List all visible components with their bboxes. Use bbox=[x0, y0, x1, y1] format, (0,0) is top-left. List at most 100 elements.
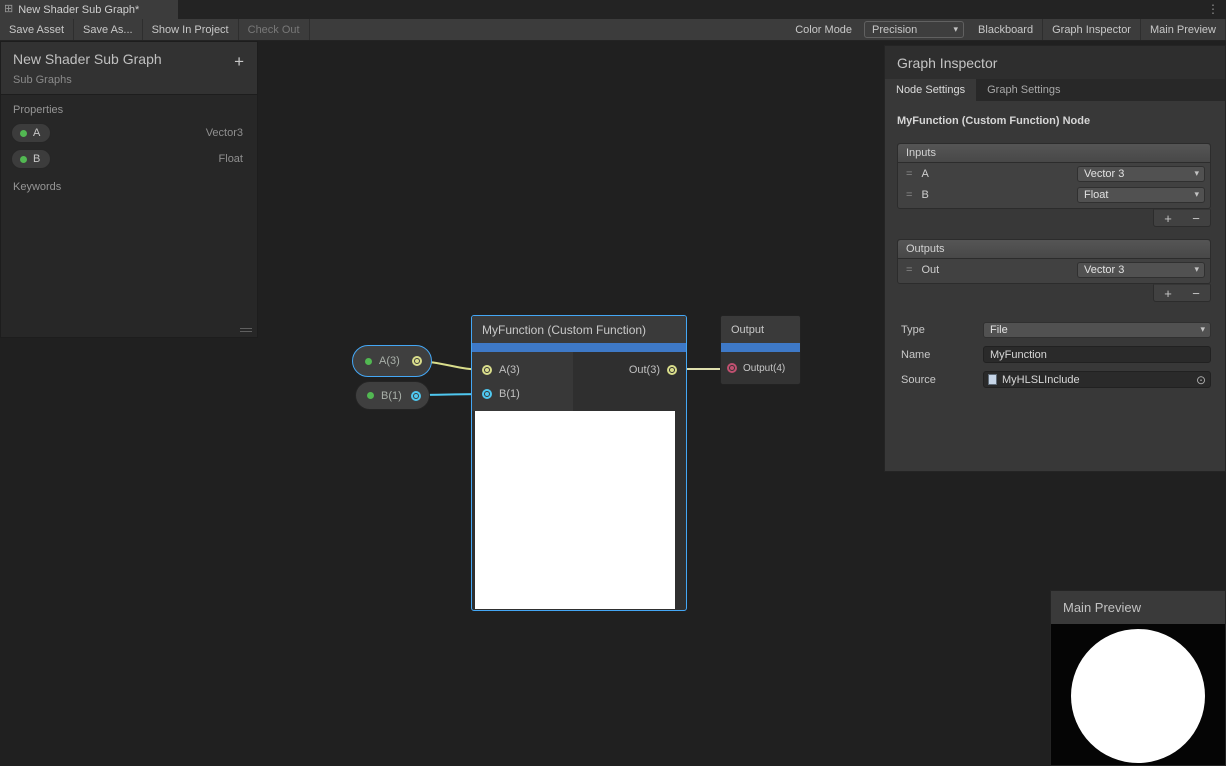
save-asset-button[interactable]: Save Asset bbox=[0, 19, 74, 40]
node-port-area: A(3) B(1) Out(3) bbox=[472, 352, 686, 411]
graph-inspector-tabs: Node Settings Graph Settings bbox=[885, 79, 1225, 101]
input-row-a: A(3) bbox=[472, 358, 573, 382]
node-input-column: A(3) B(1) bbox=[472, 352, 573, 411]
node-settings-heading: MyFunction (Custom Function) Node bbox=[885, 101, 1225, 143]
property-pill-label: A bbox=[33, 127, 40, 139]
drag-handle-icon[interactable]: = bbox=[906, 264, 912, 276]
source-object-field[interactable]: MyHLSLInclude ⊙ bbox=[983, 371, 1211, 388]
output-type-dropdown[interactable]: Vector 3 ▾ bbox=[1077, 262, 1205, 278]
input-port-label: Output(4) bbox=[743, 363, 785, 374]
input-type-dropdown[interactable]: Vector 3 ▾ bbox=[1077, 166, 1205, 182]
show-in-project-button[interactable]: Show In Project bbox=[143, 19, 239, 40]
input-port-a[interactable] bbox=[482, 365, 492, 375]
add-input-button[interactable]: + bbox=[1154, 210, 1182, 226]
remove-input-button[interactable]: − bbox=[1182, 210, 1210, 226]
property-pill-label: B bbox=[33, 153, 40, 165]
input-port-label: A(3) bbox=[499, 364, 520, 376]
main-preview-body bbox=[1051, 624, 1225, 765]
graph-inspector-header[interactable]: Graph Inspector bbox=[885, 46, 1225, 79]
add-property-button[interactable]: + bbox=[234, 53, 244, 70]
outputs-list-header: Outputs bbox=[898, 240, 1210, 259]
output-node-port-row: Output(4) bbox=[721, 352, 800, 384]
properties-section-header: Properties bbox=[1, 95, 257, 120]
exposed-dot-icon bbox=[20, 156, 27, 163]
check-out-button: Check Out bbox=[239, 19, 310, 40]
type-field-row: Type File ▾ bbox=[901, 320, 1211, 339]
kebab-menu-icon[interactable]: ⋮ bbox=[1207, 2, 1219, 16]
input-port-label: B(1) bbox=[499, 388, 520, 400]
chevron-down-icon: ▾ bbox=[1194, 265, 1199, 274]
output-port-out[interactable] bbox=[667, 365, 677, 375]
node-title[interactable]: Output bbox=[721, 316, 800, 343]
type-dropdown[interactable]: File ▾ bbox=[983, 322, 1211, 338]
exposed-dot-icon bbox=[20, 130, 27, 137]
property-type-label: Float bbox=[219, 153, 243, 165]
keywords-section-header: Keywords bbox=[1, 172, 257, 197]
input-name: A bbox=[921, 168, 1077, 180]
inputs-row-b: = B Float ▾ bbox=[898, 184, 1210, 205]
tab-title: New Shader Sub Graph* bbox=[18, 4, 139, 16]
blackboard-title: New Shader Sub Graph bbox=[13, 51, 245, 67]
input-port-output4[interactable] bbox=[727, 363, 737, 373]
tab-strip: ⊞ New Shader Sub Graph* ⋮ bbox=[0, 0, 1226, 19]
output-port-vector3[interactable] bbox=[412, 356, 422, 366]
color-mode-dropdown[interactable]: Precision ▾ bbox=[864, 21, 964, 38]
remove-output-button[interactable]: − bbox=[1182, 285, 1210, 301]
blackboard-panel: New Shader Sub Graph Sub Graphs + Proper… bbox=[0, 41, 258, 338]
color-mode-value: Precision bbox=[872, 24, 917, 36]
graph-inspector-toggle-button[interactable]: Graph Inspector bbox=[1043, 19, 1141, 40]
input-port-b[interactable] bbox=[482, 389, 492, 399]
tab-node-settings[interactable]: Node Settings bbox=[885, 79, 976, 101]
preview-sphere bbox=[1071, 629, 1205, 763]
custom-function-node[interactable]: MyFunction (Custom Function) A(3) B(1) O… bbox=[471, 315, 687, 611]
input-type-value: Vector 3 bbox=[1084, 168, 1124, 180]
name-input[interactable]: MyFunction bbox=[983, 346, 1211, 363]
inputs-row-a: = A Vector 3 ▾ bbox=[898, 163, 1210, 184]
type-label: Type bbox=[901, 324, 983, 336]
graph-canvas[interactable]: A(3) B(1) MyFunction (Custom Function) A… bbox=[0, 41, 1226, 766]
inputs-list-header: Inputs bbox=[898, 144, 1210, 163]
blackboard-subtitle: Sub Graphs bbox=[13, 74, 245, 86]
color-mode-label: Color Mode bbox=[788, 19, 859, 40]
property-pill-a[interactable]: A bbox=[11, 123, 51, 143]
outputs-row-out: = Out Vector 3 ▾ bbox=[898, 259, 1210, 280]
asset-tab[interactable]: ⊞ New Shader Sub Graph* bbox=[0, 0, 178, 19]
output-row-out: Out(3) bbox=[573, 358, 686, 382]
tab-graph-settings[interactable]: Graph Settings bbox=[976, 79, 1071, 101]
name-field-row: Name MyFunction bbox=[901, 345, 1211, 364]
resize-handle[interactable] bbox=[240, 326, 252, 332]
graph-inspector-panel: Graph Inspector Node Settings Graph Sett… bbox=[884, 45, 1226, 472]
blackboard-toggle-button[interactable]: Blackboard bbox=[969, 19, 1043, 40]
chevron-down-icon: ▾ bbox=[1194, 169, 1199, 178]
property-row-b: B Float bbox=[1, 146, 257, 172]
file-icon bbox=[988, 374, 997, 385]
property-node-label: A(3) bbox=[379, 355, 400, 367]
node-preview-surface bbox=[475, 411, 675, 609]
blackboard-header[interactable]: New Shader Sub Graph Sub Graphs + bbox=[1, 42, 257, 95]
output-port-float[interactable] bbox=[411, 391, 421, 401]
source-value: MyHLSLInclude bbox=[1002, 374, 1080, 386]
source-label: Source bbox=[901, 374, 983, 386]
input-type-value: Float bbox=[1084, 189, 1108, 201]
add-output-button[interactable]: + bbox=[1154, 285, 1182, 301]
main-preview-header[interactable]: Main Preview bbox=[1051, 591, 1225, 624]
drag-handle-icon[interactable]: = bbox=[906, 168, 912, 180]
input-type-dropdown[interactable]: Float ▾ bbox=[1077, 187, 1205, 203]
chevron-down-icon: ▾ bbox=[1200, 325, 1205, 334]
object-picker-icon[interactable]: ⊙ bbox=[1196, 374, 1206, 386]
node-accent-strip bbox=[721, 343, 800, 352]
property-node-a[interactable]: A(3) bbox=[352, 345, 432, 377]
exposed-dot-icon bbox=[367, 392, 374, 399]
node-title[interactable]: MyFunction (Custom Function) bbox=[472, 316, 686, 343]
output-node[interactable]: Output Output(4) bbox=[720, 315, 801, 385]
save-as-button[interactable]: Save As... bbox=[74, 19, 143, 40]
name-label: Name bbox=[901, 349, 983, 361]
drag-handle-icon[interactable]: = bbox=[906, 189, 912, 201]
output-type-value: Vector 3 bbox=[1084, 264, 1124, 276]
main-preview-toggle-button[interactable]: Main Preview bbox=[1141, 19, 1226, 40]
outputs-list-footer: + − bbox=[885, 284, 1211, 302]
inputs-list-footer: + − bbox=[885, 209, 1211, 227]
property-pill-b[interactable]: B bbox=[11, 149, 51, 169]
property-node-b[interactable]: B(1) bbox=[355, 381, 430, 410]
inputs-list: Inputs = A Vector 3 ▾ = B Float ▾ bbox=[897, 143, 1211, 209]
